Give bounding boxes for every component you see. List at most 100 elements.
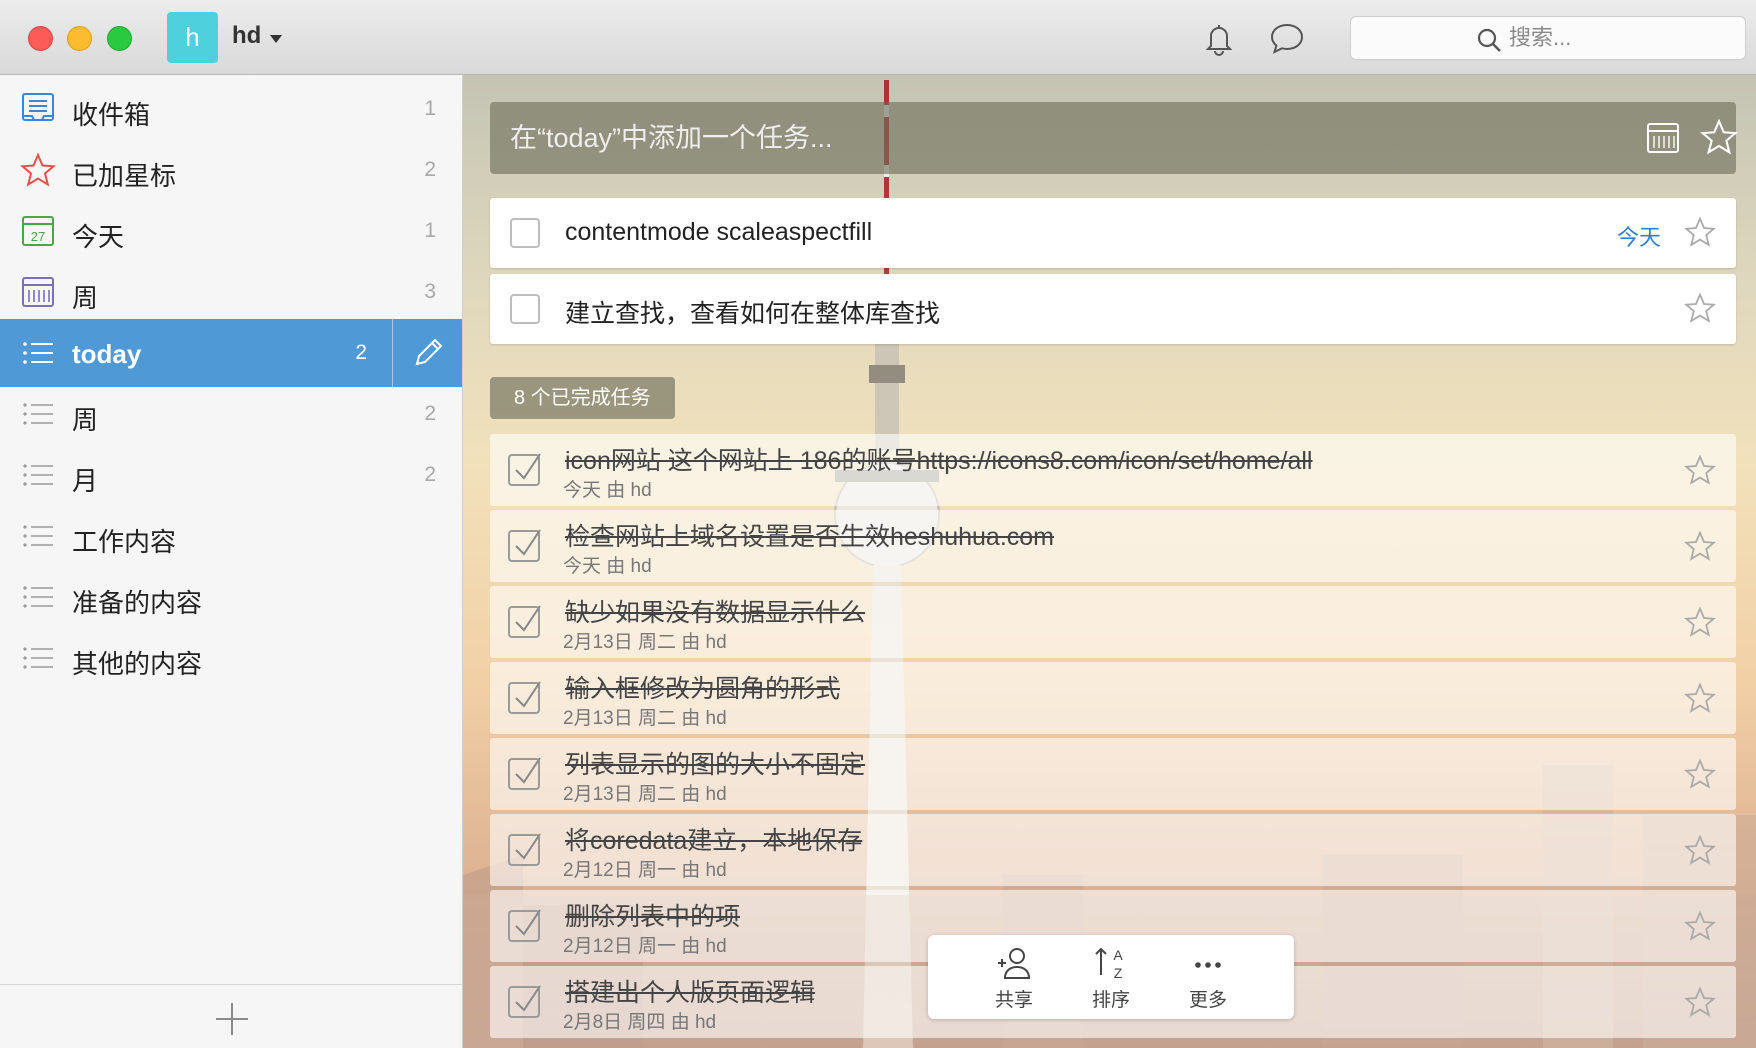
star-icon[interactable] <box>1684 454 1716 486</box>
star-icon[interactable] <box>1684 292 1716 324</box>
star-icon[interactable] <box>1684 834 1716 866</box>
star-icon[interactable] <box>1684 910 1716 942</box>
completed-task-row[interactable]: 缺少如果没有数据显示什么 2月13日 周二 由 hd <box>490 586 1736 658</box>
due-date-icon[interactable] <box>1646 120 1680 156</box>
task-checkbox-checked[interactable] <box>508 985 541 1018</box>
task-title[interactable]: 搭建出个人版页面逻辑 <box>565 973 815 1009</box>
search-icon <box>1477 28 1501 52</box>
sidebar-item-starred[interactable]: 已加星标 2 <box>0 136 462 204</box>
task-checkbox-checked[interactable] <box>508 681 541 714</box>
sort-az-icon: A Z <box>1095 947 1123 981</box>
titlebar: h hd <box>0 0 1756 75</box>
comment-icon[interactable] <box>1269 20 1305 56</box>
task-row[interactable]: 建立查找，查看如何在整体库查找 <box>490 274 1736 344</box>
sidebar-item-list-prepared[interactable]: 准备的内容 <box>0 563 462 631</box>
sidebar-item-label: 今天 <box>72 222 125 252</box>
search-input[interactable] <box>1509 23 1729 53</box>
checkmark-icon <box>515 757 541 784</box>
completed-task-row[interactable]: 列表显示的图的大小不固定 2月13日 周二 由 hd <box>490 738 1736 810</box>
svg-text:A: A <box>1113 947 1123 963</box>
sidebar-item-list-today[interactable]: today 2 <box>0 319 462 387</box>
svg-text:Z: Z <box>1114 965 1123 981</box>
star-icon[interactable] <box>1684 530 1716 562</box>
minimize-window-button[interactable] <box>67 26 92 51</box>
sidebar-item-count: 1 <box>424 219 436 242</box>
calendar-week-icon <box>22 277 54 307</box>
completed-task-row[interactable]: 输入框修改为圆角的形式 2月13日 周二 由 hd <box>490 662 1736 734</box>
sidebar-item-today[interactable]: 27 今天 1 <box>0 197 462 265</box>
completed-task-row[interactable]: icon网站 这个网站上 186的账号https://icons8.com/ic… <box>490 434 1736 506</box>
task-title[interactable]: 建立查找，查看如何在整体库查找 <box>565 294 940 330</box>
sidebar-item-label: 周 <box>72 405 99 435</box>
user-avatar[interactable]: h <box>167 12 218 63</box>
task-checkbox[interactable] <box>510 218 540 248</box>
sidebar-item-week[interactable]: 周 3 <box>0 258 462 326</box>
sidebar-item-label: 其他的内容 <box>72 649 203 679</box>
caret-down-icon[interactable] <box>270 35 282 43</box>
sidebar-item-list-month[interactable]: 月 2 <box>0 441 462 509</box>
sidebar-item-list-other[interactable]: 其他的内容 <box>0 624 462 692</box>
completed-task-row[interactable]: 检查网站上域名设置是否生效heshuhua.com 今天 由 hd <box>490 510 1736 582</box>
task-title[interactable]: icon网站 这个网站上 186的账号https://icons8.com/ic… <box>565 441 1313 477</box>
zoom-window-button[interactable] <box>107 26 132 51</box>
sidebar-item-count: 2 <box>355 341 367 364</box>
sidebar-item-label: today <box>72 339 142 369</box>
task-meta: 2月8日 周四 由 hd <box>563 1012 717 1033</box>
task-title[interactable]: 检查网站上域名设置是否生效heshuhua.com <box>565 517 1054 553</box>
search-box[interactable] <box>1350 16 1746 60</box>
task-checkbox-checked[interactable] <box>508 605 541 638</box>
task-due-date: 今天 <box>1616 225 1661 250</box>
task-checkbox-checked[interactable] <box>508 909 541 942</box>
add-list-button[interactable] <box>0 984 462 1048</box>
sidebar-item-list-work[interactable]: 工作内容 <box>0 502 462 570</box>
checkmark-icon <box>515 681 541 708</box>
sort-button[interactable]: A Z 排序 <box>1071 945 1151 1015</box>
list-icon <box>23 586 53 608</box>
task-title[interactable]: 列表显示的图的大小不固定 <box>565 745 865 781</box>
star-icon[interactable] <box>1684 682 1716 714</box>
sidebar-item-count: 1 <box>424 97 436 120</box>
list-toolbar: 共享 A Z 排序 更多 <box>928 935 1294 1019</box>
add-task-bar[interactable] <box>490 102 1738 174</box>
task-meta: 今天 由 hd <box>563 556 652 577</box>
share-button[interactable]: 共享 <box>974 945 1054 1015</box>
task-checkbox-checked[interactable] <box>508 757 541 790</box>
task-title[interactable]: 输入框修改为圆角的形式 <box>565 669 840 705</box>
task-title[interactable]: 缺少如果没有数据显示什么 <box>565 593 865 629</box>
pencil-icon <box>415 338 443 366</box>
star-icon[interactable] <box>1684 216 1716 248</box>
task-checkbox-checked[interactable] <box>508 529 541 562</box>
task-title[interactable]: contentmode scaleaspectfill <box>565 218 872 247</box>
edit-list-button[interactable] <box>392 319 462 387</box>
sidebar-item-count: 2 <box>424 402 436 425</box>
bell-icon[interactable] <box>1201 20 1237 56</box>
list-icon <box>23 525 53 547</box>
task-checkbox-checked[interactable] <box>508 833 541 866</box>
user-name[interactable]: hd <box>232 22 261 50</box>
completed-tasks-toggle[interactable]: 8 个已完成任务 <box>490 377 675 419</box>
list-icon <box>23 342 53 364</box>
star-icon[interactable] <box>1684 606 1716 638</box>
task-checkbox[interactable] <box>510 294 540 324</box>
sidebar: 收件箱 1 已加星标 2 27 今天 1 周 3 today 2 周 2 月 2… <box>0 75 463 1048</box>
task-meta: 2月12日 周一 由 hd <box>563 936 727 957</box>
app-window: h hd 收件箱 1 <box>0 0 1756 1048</box>
add-task-input[interactable] <box>510 120 1560 156</box>
task-checkbox-checked[interactable] <box>508 453 541 486</box>
checkmark-icon <box>515 833 541 860</box>
task-title[interactable]: 将coredata建立，本地保存 <box>565 821 862 857</box>
sidebar-item-count: 3 <box>424 280 436 303</box>
task-title[interactable]: 删除列表中的项 <box>565 897 740 933</box>
close-window-button[interactable] <box>28 26 53 51</box>
sidebar-item-list-week[interactable]: 周 2 <box>0 380 462 448</box>
star-icon[interactable] <box>1700 118 1738 156</box>
sidebar-item-label: 准备的内容 <box>72 588 203 618</box>
completed-task-row[interactable]: 将coredata建立，本地保存 2月12日 周一 由 hd <box>490 814 1736 886</box>
task-meta: 2月13日 周二 由 hd <box>563 708 727 729</box>
add-person-icon <box>998 948 1031 979</box>
task-row[interactable]: contentmode scaleaspectfill 今天 <box>490 198 1736 268</box>
sidebar-item-inbox[interactable]: 收件箱 1 <box>0 75 462 143</box>
star-icon[interactable] <box>1684 986 1716 1018</box>
more-button[interactable]: 更多 <box>1168 945 1248 1015</box>
star-icon[interactable] <box>1684 758 1716 790</box>
